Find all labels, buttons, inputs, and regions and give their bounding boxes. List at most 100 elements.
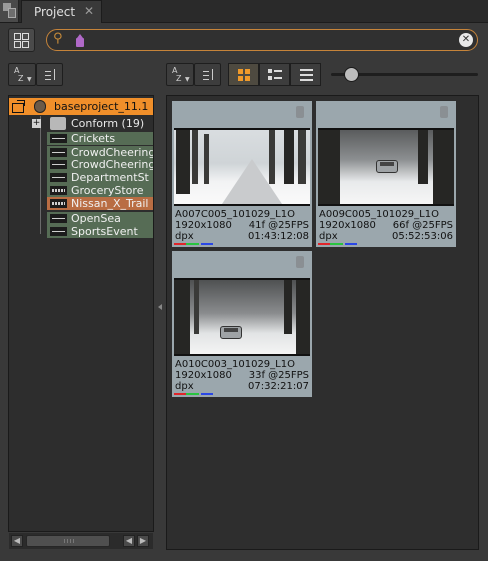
sort-az-bottom: Z (18, 74, 24, 83)
blue-channel-indicator (201, 393, 213, 395)
clip-thumbnail (174, 278, 310, 356)
audio-clip-icon (50, 160, 67, 169)
clip-frames: 33f @25FPS (248, 370, 309, 381)
grid-sort-direction-button[interactable] (194, 63, 221, 86)
audio-clip-icon (50, 214, 67, 223)
clip-tag-icon (296, 106, 304, 118)
tab-project[interactable]: Project ✕ (21, 0, 102, 23)
red-channel-indicator (174, 393, 186, 395)
expand-icon[interactable]: + (32, 119, 41, 128)
clip-card[interactable]: A007C005_101029_L1O 1920x1080 41f @25FPS… (172, 101, 312, 247)
audio-clip-icon (50, 186, 67, 195)
audio-clip-icon (50, 227, 67, 236)
grid-icon (14, 33, 21, 40)
clip-grid: A007C005_101029_L1O 1920x1080 41f @25FPS… (166, 95, 479, 550)
scroll-left-icon[interactable]: ◀ (123, 535, 135, 547)
audio-clip-icon (50, 173, 67, 182)
grid-icon-cell (22, 33, 29, 40)
green-channel-indicator (186, 243, 199, 245)
bin-folder-icon (50, 117, 66, 130)
tree-horizontal-scrollbar[interactable]: ◀ ◀ ▶ (9, 533, 153, 549)
clip-name: A009C005_101029_L1O (319, 209, 439, 220)
clip-timecode: 07:32:21:07 (247, 381, 309, 392)
sort-az-icon: A Z (14, 67, 23, 83)
clip-resolution: 1920x1080 (319, 220, 376, 231)
search-bar: ⚲ ✕ (46, 29, 478, 51)
tree-item[interactable]: SportsEvent (47, 225, 153, 238)
sort-az-bottom: Z (176, 74, 182, 83)
tree-item[interactable]: Crickets (47, 132, 153, 145)
search-input[interactable] (91, 32, 451, 48)
clear-search-icon[interactable]: ✕ (459, 33, 473, 47)
grid-sort-az-button[interactable]: A Z ▼ (166, 63, 194, 86)
audio-clip-icon (50, 148, 67, 157)
green-channel-indicator (186, 393, 199, 395)
tree-root-project[interactable]: baseproject_11.1 (9, 98, 153, 115)
clip-name: A010C003_101029_L1O (175, 359, 295, 370)
panel-menu-icon[interactable] (0, 0, 19, 22)
tree-item-label: CrowdCheering (71, 158, 154, 171)
tree-item-selected[interactable]: Nissan_X_Trail (47, 197, 153, 210)
audio-clip-icon (50, 134, 67, 143)
clip-resolution: 1920x1080 (175, 370, 232, 381)
sort-direction-icon (45, 69, 57, 81)
scroll-left-icon[interactable]: ◀ (11, 535, 23, 547)
clip-format: dpx (319, 231, 338, 242)
clip-format: dpx (175, 381, 194, 392)
grid-icon-cell (14, 41, 21, 48)
clip-resolution: 1920x1080 (175, 220, 232, 231)
tree-bin-conform[interactable]: + Conform (19) (32, 117, 153, 131)
detail-view-button[interactable] (259, 63, 290, 86)
panel-splitter[interactable] (156, 61, 164, 551)
tree-sort-az-button[interactable]: A Z ▼ (8, 63, 36, 86)
scroll-thumb[interactable] (26, 535, 110, 547)
clip-frames: 41f @25FPS (248, 220, 309, 231)
layout-toggle-button[interactable] (8, 28, 35, 52)
clip-timecode: 05:52:53:06 (391, 231, 453, 242)
red-channel-indicator (318, 243, 330, 245)
scroll-right-icon[interactable]: ▶ (137, 535, 149, 547)
tree-item[interactable]: GroceryStore (47, 184, 153, 197)
search-icon[interactable]: ⚲ (53, 31, 63, 46)
tab-bar: Project ✕ (0, 0, 488, 23)
thumbnail-view-button[interactable] (228, 63, 259, 86)
sort-az-icon: A Z (172, 67, 181, 83)
tab-project-label: Project (34, 5, 76, 19)
clip-thumbnail (318, 128, 454, 206)
tree-item-label: DepartmentSt (71, 171, 149, 184)
clip-card[interactable]: A010C003_101029_L1O 1920x1080 33f @25FPS… (172, 251, 312, 397)
clip-card[interactable]: A009C005_101029_L1O 1920x1080 66f @25FPS… (316, 101, 456, 247)
tag-filter-icon[interactable] (76, 34, 84, 47)
tree-item[interactable]: OpenSea (47, 212, 153, 225)
tree-bin-label: Conform (19) (71, 117, 145, 130)
close-tab-icon[interactable]: ✕ (84, 4, 94, 18)
sort-direction-icon (203, 69, 215, 81)
blue-channel-indicator (345, 243, 357, 245)
dropdown-arrow-icon: ▼ (185, 76, 190, 83)
clip-frames: 66f @25FPS (392, 220, 453, 231)
thumbnail-size-slider-knob[interactable] (344, 67, 359, 82)
clip-thumbnail (174, 128, 310, 206)
tree-item-label: OpenSea (71, 212, 121, 225)
tree-item-label: Crickets (71, 132, 116, 145)
clip-tag-icon (440, 106, 448, 118)
sequence-icon (50, 199, 67, 208)
dropdown-arrow-icon: ▼ (27, 76, 32, 83)
clip-timecode: 01:43:12:08 (247, 231, 309, 242)
bin-icon (12, 100, 26, 113)
bin-tree: baseproject_11.1 + Conform (19) Crickets… (8, 95, 154, 532)
tree-connector (40, 116, 41, 234)
tree-item[interactable]: CrowdCheering (47, 158, 154, 171)
red-channel-indicator (174, 243, 186, 245)
tree-item-label: SportsEvent (71, 225, 138, 238)
list-view-button[interactable] (290, 63, 321, 86)
tree-item-label: GroceryStore (71, 184, 144, 197)
clip-format: dpx (175, 231, 194, 242)
collapse-arrow-icon[interactable] (158, 304, 162, 310)
tree-sort-direction-button[interactable] (36, 63, 63, 86)
clip-name: A007C005_101029_L1O (175, 209, 295, 220)
tree-item[interactable]: DepartmentSt (47, 171, 153, 184)
grid-icon-cell (22, 41, 29, 48)
green-channel-indicator (330, 243, 343, 245)
blue-channel-indicator (201, 243, 213, 245)
